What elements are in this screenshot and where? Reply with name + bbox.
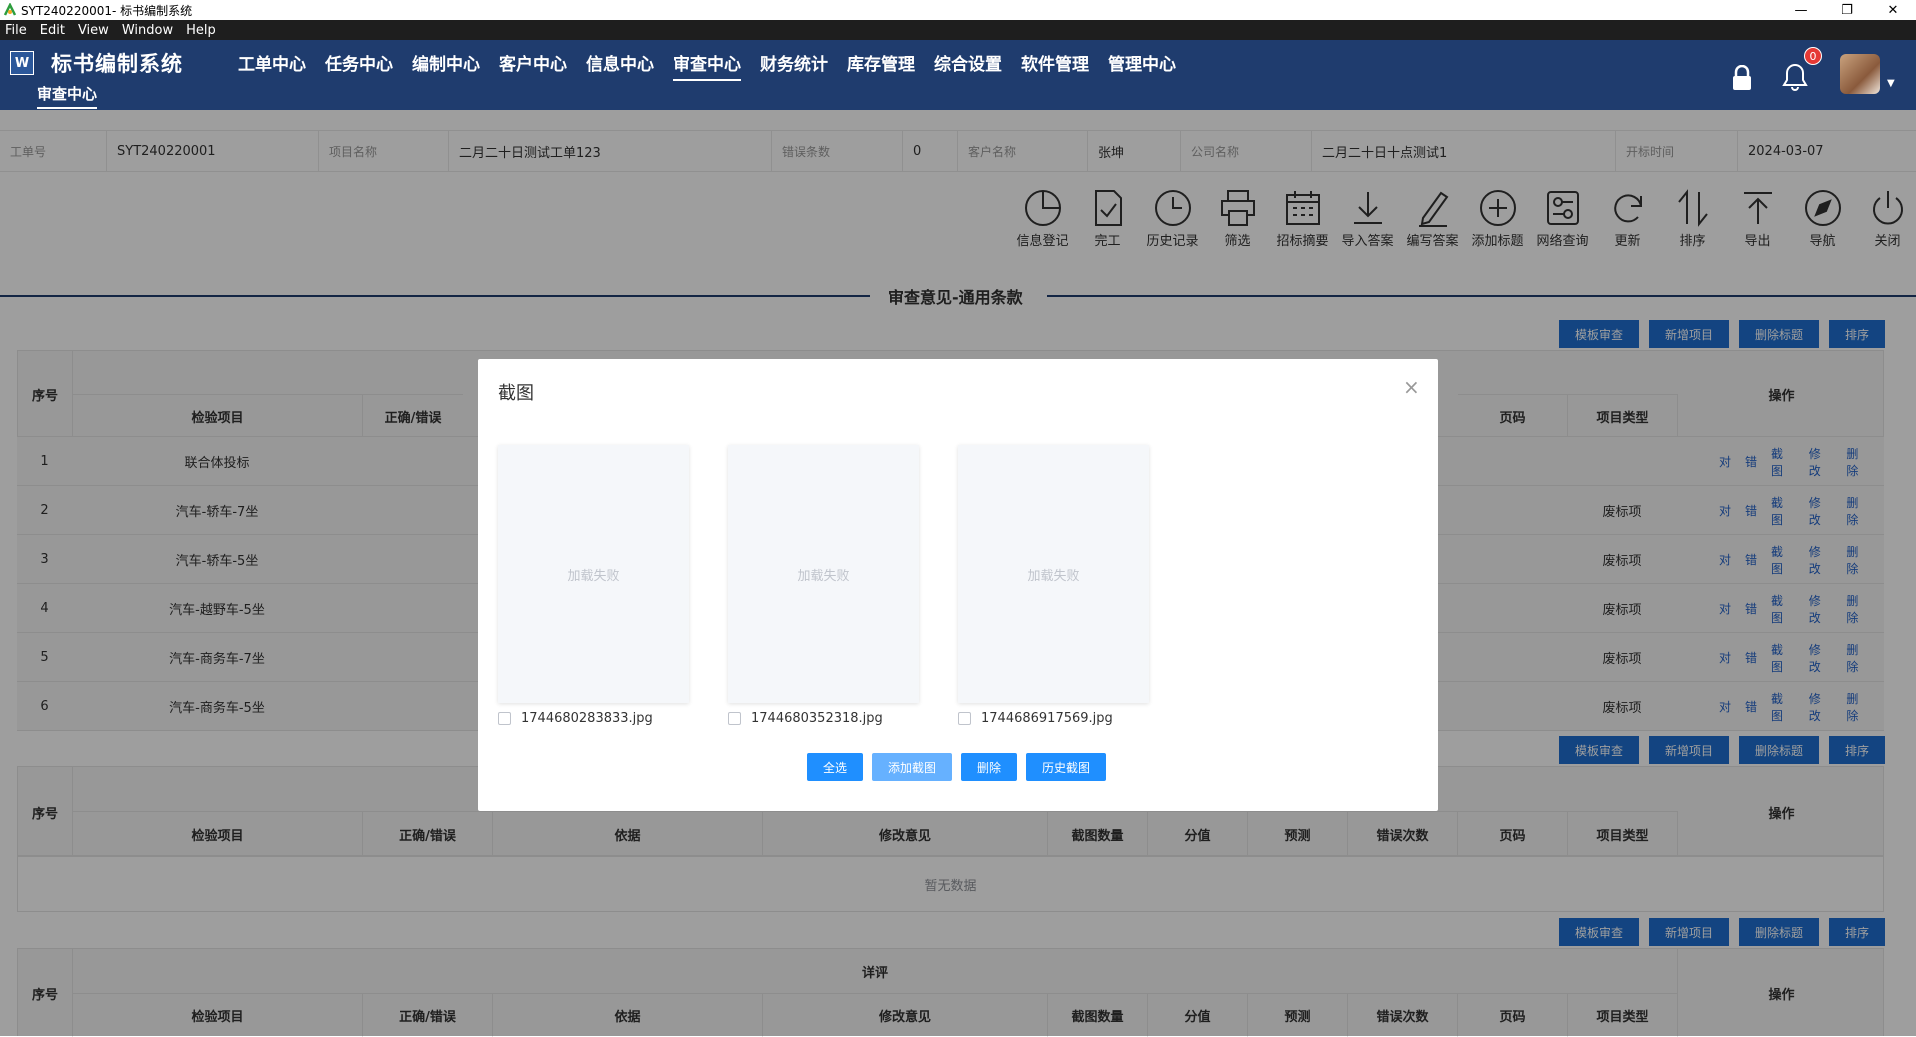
nav-task-center[interactable]: 任务中心 [325, 50, 393, 81]
nav-review-center[interactable]: 审查中心 [673, 50, 741, 81]
main-nav: 工单中心 任务中心 编制中心 客户中心 信息中心 审查中心 财务统计 库存管理 … [238, 50, 1195, 81]
lock-icon[interactable] [1730, 64, 1754, 95]
screenshot-file: 1744686917569.jpg [958, 711, 1113, 726]
word-logo-icon: W [10, 51, 34, 75]
screenshot-filename: 1744680352318.jpg [751, 711, 883, 726]
add-screenshot-button[interactable]: 添加截图 [872, 753, 952, 781]
menu-view[interactable]: View [78, 23, 109, 38]
load-failed-text: 加载失败 [1027, 568, 1080, 584]
delete-button[interactable]: 删除 [961, 753, 1017, 781]
top-navigation: W 标书编制系统 工单中心 任务中心 编制中心 客户中心 信息中心 审查中心 财… [0, 40, 1916, 110]
bell-icon[interactable] [1781, 62, 1809, 96]
screenshot-filename: 1744686917569.jpg [981, 711, 1113, 726]
select-all-button[interactable]: 全选 [807, 753, 863, 781]
menubar: File Edit View Window Help [0, 20, 1916, 40]
user-avatar[interactable] [1840, 54, 1880, 94]
close-window-button[interactable]: ✕ [1870, 0, 1916, 20]
nav-ticket-center[interactable]: 工单中心 [238, 50, 306, 81]
chevron-down-icon[interactable]: ▼ [1887, 78, 1895, 89]
menu-file[interactable]: File [5, 23, 27, 38]
menu-help[interactable]: Help [186, 23, 216, 38]
nav-finance[interactable]: 财务统计 [760, 50, 828, 81]
screenshot-file: 1744680283833.jpg [498, 711, 653, 726]
nav-info-center[interactable]: 信息中心 [586, 50, 654, 81]
dialog-title: 截图 [498, 383, 534, 404]
nav-admin[interactable]: 管理中心 [1108, 50, 1176, 81]
nav-settings[interactable]: 综合设置 [934, 50, 1002, 81]
minimize-button[interactable]: — [1778, 0, 1824, 20]
nav-compile-center[interactable]: 编制中心 [412, 50, 480, 81]
load-failed-text: 加载失败 [797, 568, 850, 584]
window-title: SYT240220001- 标书编制系统 [21, 3, 193, 18]
screenshot-dialog: 截图 × 加载失败 1744680283833.jpg 加载失败 1744680… [478, 359, 1438, 811]
notification-badge: 0 [1804, 47, 1822, 65]
app-name: 标书编制系统 [51, 52, 183, 76]
screenshot-checkbox[interactable] [728, 712, 741, 725]
menu-window[interactable]: Window [122, 23, 173, 38]
dialog-buttons: 全选 添加截图 删除 历史截图 [807, 753, 1115, 781]
app-logo: W 标书编制系统 [10, 48, 183, 78]
screenshot-file: 1744680352318.jpg [728, 711, 883, 726]
app-icon [2, 2, 18, 18]
screenshot-checkbox[interactable] [958, 712, 971, 725]
nav-inventory[interactable]: 库存管理 [847, 50, 915, 81]
menu-edit[interactable]: Edit [40, 23, 65, 38]
window-titlebar: SYT240220001- 标书编制系统 — ❐ ✕ [0, 0, 1916, 20]
screenshot-thumbnail[interactable]: 加载失败 [728, 445, 919, 703]
history-screenshot-button[interactable]: 历史截图 [1026, 753, 1106, 781]
screenshot-filename: 1744680283833.jpg [521, 711, 653, 726]
close-icon[interactable]: × [1403, 375, 1420, 399]
screenshot-thumbnail[interactable]: 加载失败 [958, 445, 1149, 703]
maximize-button[interactable]: ❐ [1824, 0, 1870, 20]
nav-customer-center[interactable]: 客户中心 [499, 50, 567, 81]
nav-software[interactable]: 软件管理 [1021, 50, 1089, 81]
screenshot-checkbox[interactable] [498, 712, 511, 725]
subnav-review-center[interactable]: 审查中心 [37, 83, 98, 109]
screenshot-thumbnail[interactable]: 加载失败 [498, 445, 689, 703]
load-failed-text: 加载失败 [567, 568, 620, 584]
